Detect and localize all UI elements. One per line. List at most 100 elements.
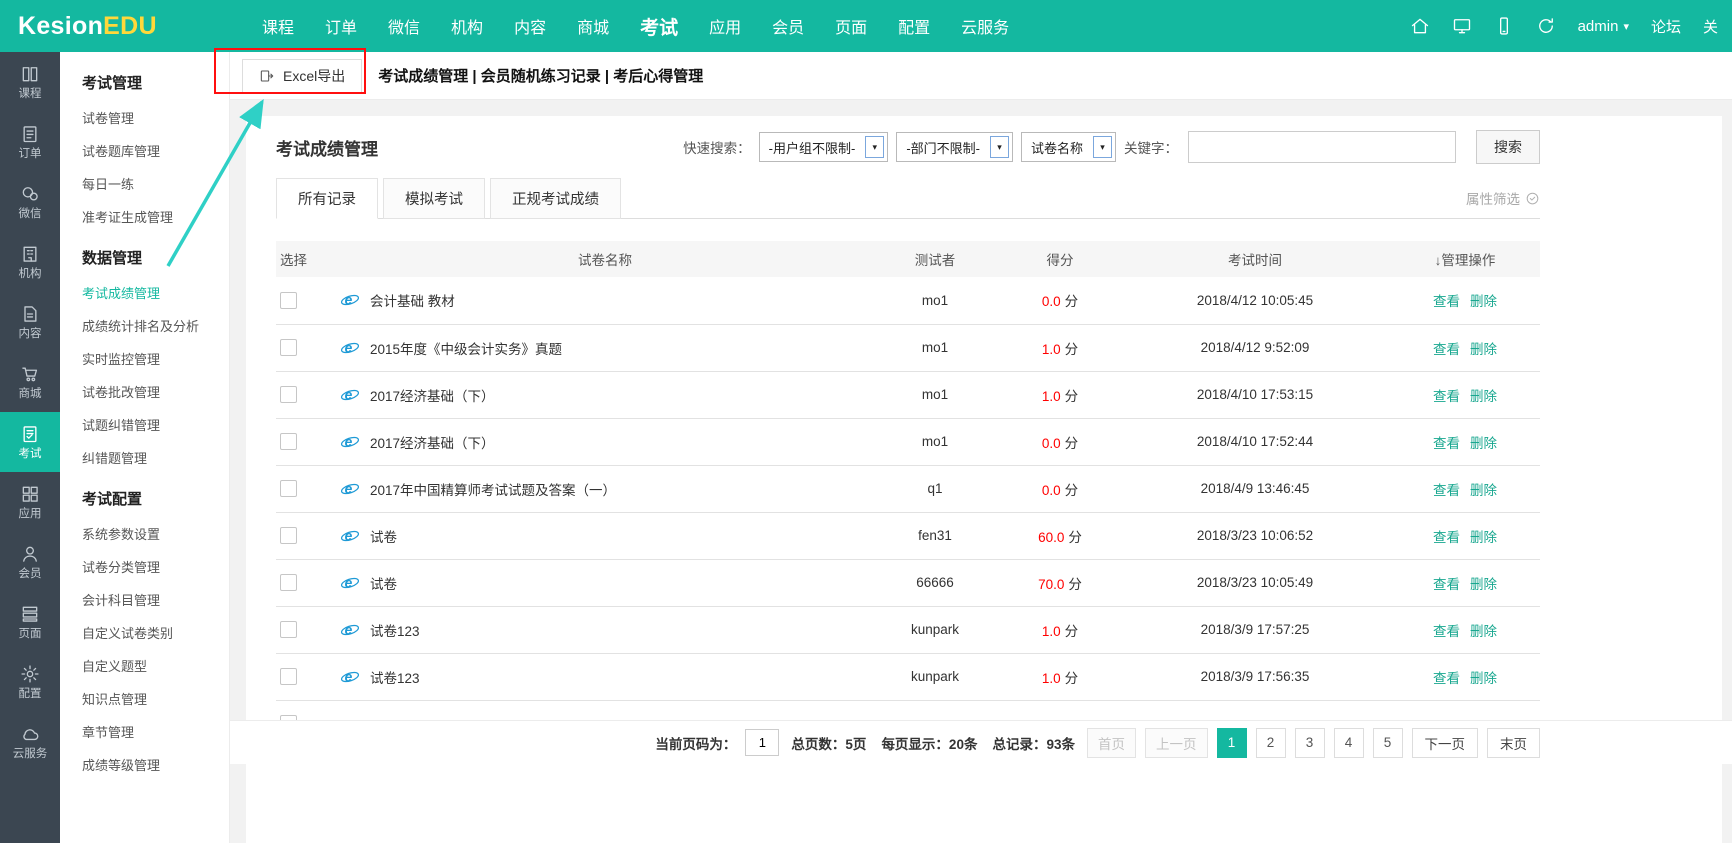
page-button[interactable]: 5: [1373, 728, 1403, 758]
sidebar-item-apps[interactable]: 应用: [0, 472, 60, 532]
sidebar-item-content[interactable]: 内容: [0, 292, 60, 352]
nav-item[interactable]: 考试: [640, 13, 678, 40]
exam-time: 2018/3/9 17:56:35: [1120, 653, 1390, 700]
menu-item[interactable]: 准考证生成管理: [82, 200, 221, 233]
sidebar-item-config[interactable]: 配置: [0, 652, 60, 712]
last-page-button[interactable]: 末页: [1487, 728, 1540, 758]
close-link[interactable]: 关: [1703, 16, 1718, 37]
delete-link[interactable]: 删除: [1470, 294, 1497, 309]
view-link[interactable]: 查看: [1433, 389, 1460, 404]
search-button[interactable]: 搜索: [1476, 130, 1540, 164]
view-link[interactable]: 查看: [1433, 671, 1460, 686]
page-button[interactable]: 4: [1334, 728, 1364, 758]
menu-item[interactable]: 系统参数设置: [82, 517, 221, 550]
menu-item[interactable]: 试卷分类管理: [82, 550, 221, 583]
breadcrumb[interactable]: 考试成绩管理 | 会员随机练习记录 | 考后心得管理: [378, 65, 703, 86]
prev-page-button[interactable]: 上一页: [1145, 728, 1208, 758]
mobile-icon[interactable]: [1494, 16, 1514, 36]
view-link[interactable]: 查看: [1433, 530, 1460, 545]
nav-item[interactable]: 云服务: [961, 14, 1009, 38]
menu-item[interactable]: 试卷管理: [82, 101, 221, 134]
nav-item[interactable]: 商城: [577, 14, 609, 38]
delete-link[interactable]: 删除: [1470, 342, 1497, 357]
delete-link[interactable]: 删除: [1470, 624, 1497, 639]
delete-link[interactable]: 删除: [1470, 530, 1497, 545]
col-actions[interactable]: ↓管理操作: [1390, 241, 1540, 277]
view-link[interactable]: 查看: [1433, 577, 1460, 592]
nav-item[interactable]: 应用: [709, 14, 741, 38]
nav-item[interactable]: 内容: [514, 14, 546, 38]
home-icon[interactable]: [1410, 16, 1430, 36]
user-menu[interactable]: admin▾: [1578, 18, 1629, 35]
menu-item[interactable]: 考试成绩管理: [82, 276, 221, 309]
row-checkbox[interactable]: [280, 339, 297, 356]
row-checkbox[interactable]: [280, 527, 297, 544]
refresh-icon[interactable]: [1536, 16, 1556, 36]
menu-item[interactable]: 纠错题管理: [82, 441, 221, 474]
view-link[interactable]: 查看: [1433, 436, 1460, 451]
view-link[interactable]: 查看: [1433, 624, 1460, 639]
sidebar-item-courses[interactable]: 课程: [0, 52, 60, 112]
excel-export-button[interactable]: Excel导出: [242, 59, 362, 93]
sidebar-item-members[interactable]: 会员: [0, 532, 60, 592]
tab[interactable]: 所有记录: [276, 178, 378, 219]
view-link[interactable]: 查看: [1433, 483, 1460, 498]
filter-select[interactable]: -用户组不限制-▾: [759, 132, 889, 162]
row-checkbox[interactable]: [280, 480, 297, 497]
menu-item[interactable]: 会计科目管理: [82, 583, 221, 616]
menu-item[interactable]: 成绩等级管理: [82, 748, 221, 781]
sidebar-item-cloud[interactable]: 云服务: [0, 712, 60, 772]
tab[interactable]: 正规考试成绩: [490, 178, 621, 219]
delete-link[interactable]: 删除: [1470, 671, 1497, 686]
current-page-input[interactable]: [745, 729, 779, 756]
nav-item[interactable]: 机构: [451, 14, 483, 38]
keyword-input[interactable]: [1188, 131, 1456, 163]
row-checkbox[interactable]: [280, 386, 297, 403]
tab[interactable]: 模拟考试: [383, 178, 485, 219]
first-page-button[interactable]: 首页: [1087, 728, 1136, 758]
menu-item[interactable]: 自定义题型: [82, 649, 221, 682]
sidebar-item-pages[interactable]: 页面: [0, 592, 60, 652]
view-link[interactable]: 查看: [1433, 342, 1460, 357]
sidebar-item-mall[interactable]: 商城: [0, 352, 60, 412]
row-checkbox[interactable]: [280, 433, 297, 450]
filter-select[interactable]: -部门不限制-▾: [896, 132, 1013, 162]
menu-item[interactable]: 试题纠错管理: [82, 408, 221, 441]
forum-link[interactable]: 论坛: [1651, 16, 1681, 37]
page-button[interactable]: 3: [1295, 728, 1325, 758]
menu-item[interactable]: 实时监控管理: [82, 342, 221, 375]
filter-select[interactable]: 试卷名称▾: [1021, 132, 1116, 162]
menu-item[interactable]: 每日一练: [82, 167, 221, 200]
row-checkbox[interactable]: [280, 621, 297, 638]
nav-item[interactable]: 会员: [772, 14, 804, 38]
nav-item[interactable]: 页面: [835, 14, 867, 38]
sidebar-item-orders[interactable]: 订单: [0, 112, 60, 172]
delete-link[interactable]: 删除: [1470, 389, 1497, 404]
row-checkbox[interactable]: [280, 574, 297, 591]
row-checkbox[interactable]: [280, 668, 297, 685]
menu-item[interactable]: 试卷批改管理: [82, 375, 221, 408]
nav-item[interactable]: 订单: [325, 14, 357, 38]
sidebar-item-institution[interactable]: 机构: [0, 232, 60, 292]
monitor-icon[interactable]: [1452, 16, 1472, 36]
page-button[interactable]: 2: [1256, 728, 1286, 758]
sidebar-item-wechat[interactable]: 微信: [0, 172, 60, 232]
nav-item[interactable]: 配置: [898, 14, 930, 38]
nav-item[interactable]: 课程: [262, 14, 294, 38]
menu-item[interactable]: 自定义试卷类别: [82, 616, 221, 649]
sidebar-item-exam[interactable]: 考试: [0, 412, 60, 472]
nav-item[interactable]: 微信: [388, 14, 420, 38]
menu-item[interactable]: 成绩统计排名及分析: [82, 309, 221, 342]
score-value: 1.0: [1042, 342, 1061, 357]
delete-link[interactable]: 删除: [1470, 577, 1497, 592]
row-checkbox[interactable]: [280, 292, 297, 309]
delete-link[interactable]: 删除: [1470, 483, 1497, 498]
view-link[interactable]: 查看: [1433, 294, 1460, 309]
page-button[interactable]: 1: [1217, 728, 1247, 758]
menu-item[interactable]: 章节管理: [82, 715, 221, 748]
menu-item[interactable]: 知识点管理: [82, 682, 221, 715]
attribute-filter[interactable]: 属性筛选: [1466, 188, 1540, 208]
delete-link[interactable]: 删除: [1470, 436, 1497, 451]
next-page-button[interactable]: 下一页: [1412, 728, 1479, 758]
menu-item[interactable]: 试卷题库管理: [82, 134, 221, 167]
